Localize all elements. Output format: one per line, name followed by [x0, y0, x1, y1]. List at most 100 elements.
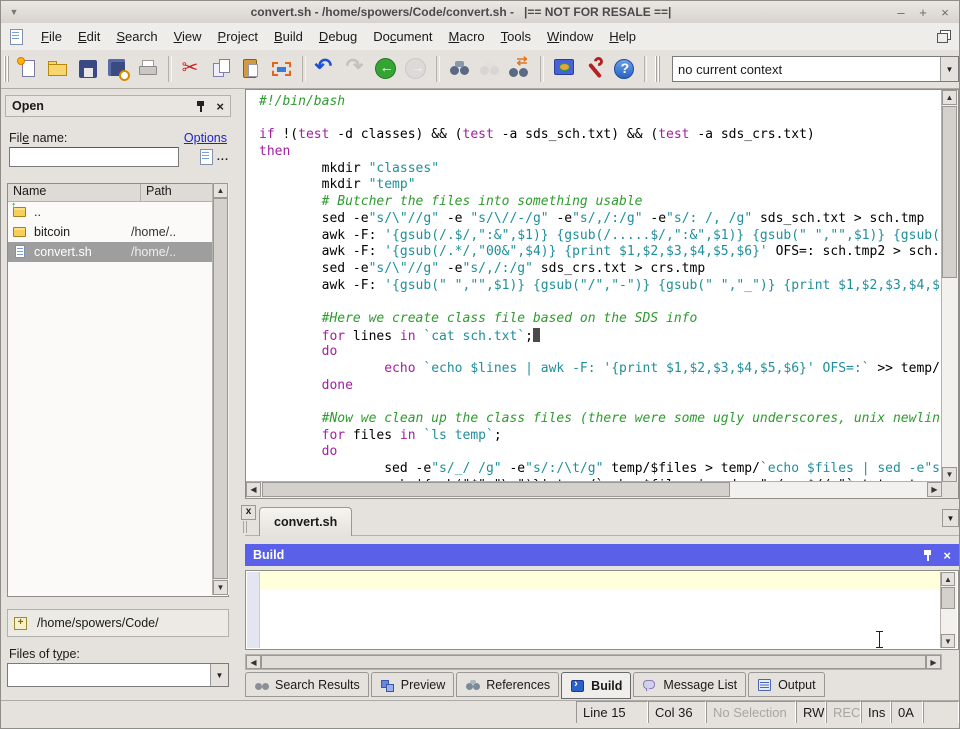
code-line: echo `echo $lines | awk -F: '{print $1,$…: [259, 361, 941, 378]
menu-document[interactable]: Document: [365, 26, 440, 47]
menu-window[interactable]: Window: [539, 26, 601, 47]
close-document-icon[interactable]: x: [241, 505, 256, 520]
help-button[interactable]: [609, 54, 639, 84]
code-line: sed -e"s/_/ /g" -e"s/:/\t/g" temp/$files…: [259, 461, 941, 478]
file-list: Name Path ..bitcoin/home/..convert.sh/ho…: [7, 183, 229, 597]
find-button[interactable]: [445, 54, 475, 84]
new-file-icon: [15, 56, 41, 82]
back-button[interactable]: [371, 54, 401, 84]
redo-button[interactable]: [341, 54, 371, 84]
find-next-button[interactable]: [475, 54, 505, 84]
display-config-button[interactable]: [549, 54, 579, 84]
code-line: #!/bin/bash: [259, 94, 941, 111]
select-block-button[interactable]: [267, 54, 297, 84]
tab-list-dropdown[interactable]: ▼: [942, 509, 959, 527]
close-icon[interactable]: ×: [216, 100, 224, 113]
menu-macro[interactable]: Macro: [441, 26, 493, 47]
close-button[interactable]: ×: [939, 5, 951, 20]
maximize-button[interactable]: +: [917, 5, 929, 20]
tab-strip-grip[interactable]: [243, 521, 249, 533]
code-line: done: [259, 378, 941, 395]
save-all-button[interactable]: [103, 54, 133, 84]
code-area[interactable]: #!/bin/bash if !(test -d classes) && (te…: [247, 91, 941, 481]
build-panel-title: Build: [253, 548, 922, 562]
code-line: if !(test -d classes) && (test -a sds_sc…: [259, 127, 941, 144]
restore-window-icon[interactable]: [937, 30, 951, 43]
toolbar-separator: [168, 56, 172, 82]
options-link[interactable]: Options: [184, 131, 227, 145]
directory-bar[interactable]: + /home/spowers/Code/: [7, 609, 229, 637]
build-horizontal-scrollbar[interactable]: ◀ ▶: [245, 654, 942, 670]
menu-build[interactable]: Build: [266, 26, 311, 47]
code-editor[interactable]: #!/bin/bash if !(test -d classes) && (te…: [245, 89, 959, 499]
new-file-button[interactable]: [13, 54, 43, 84]
code-line: [259, 394, 941, 411]
editor-horizontal-scrollbar[interactable]: ◀ ▶: [246, 481, 942, 498]
menu-search[interactable]: Search: [108, 26, 165, 47]
pin-icon[interactable]: [195, 100, 206, 113]
menu-view[interactable]: View: [166, 26, 210, 47]
menu-help[interactable]: Help: [601, 26, 644, 47]
cut-button[interactable]: [177, 54, 207, 84]
file-list-scrollbar[interactable]: ▲ ▼: [212, 183, 229, 595]
tab-search-results[interactable]: Search Results: [245, 672, 369, 697]
tab-references[interactable]: References: [456, 672, 559, 697]
title-bar: ▼ convert.sh - /home/spowers/Code/conver…: [1, 1, 959, 24]
toolbar-grip[interactable]: [655, 56, 661, 82]
undo-button[interactable]: [311, 54, 341, 84]
tab-output[interactable]: Output: [748, 672, 825, 697]
code-line: sed -e"s/\"//g" -e"s/,/:/g" sds_crs.txt …: [259, 261, 941, 278]
browse-button[interactable]: ...: [217, 151, 229, 163]
code-line: [259, 294, 941, 311]
context-combo[interactable]: no current context ▼: [672, 56, 959, 82]
chevron-down-icon[interactable]: ▼: [210, 664, 228, 686]
code-line: sed -e"s/\"//g" -e "s/\//-/g" -e"s/,/:/g…: [259, 211, 941, 228]
find-replace-button[interactable]: [505, 54, 535, 84]
file-list-row[interactable]: ..: [8, 202, 228, 222]
file-tab-convert.sh[interactable]: convert.sh: [259, 507, 352, 536]
forward-button[interactable]: [401, 54, 431, 84]
menu-debug[interactable]: Debug: [311, 26, 365, 47]
menu-file[interactable]: File: [33, 26, 70, 47]
build-output-area[interactable]: ▲ ▼: [245, 570, 959, 650]
tab-preview[interactable]: Preview: [371, 672, 454, 697]
display-config-icon: [551, 56, 577, 82]
expand-icon[interactable]: +: [14, 617, 27, 630]
options-wrench-button[interactable]: [579, 54, 609, 84]
file-list-row[interactable]: convert.sh/home/..: [8, 242, 228, 262]
code-line: awk -F: '{gsub(" ","",$1)} {gsub("/","-"…: [259, 278, 941, 295]
text-cursor: [875, 630, 884, 650]
minimize-button[interactable]: –: [895, 5, 907, 20]
menu-edit[interactable]: Edit: [70, 26, 108, 47]
column-header-name[interactable]: Name: [8, 184, 141, 201]
tool-window-tabs: Search ResultsPreviewReferencesBuildMess…: [245, 672, 959, 698]
pin-icon[interactable]: [922, 549, 933, 562]
menu-tools[interactable]: Tools: [493, 26, 539, 47]
toolbar-grip[interactable]: [4, 56, 10, 82]
file-icon: [13, 245, 29, 259]
code-line: for lines in `cat sch.txt`;: [259, 328, 941, 345]
open-panel: Open × File name: Options ... Name Path …: [3, 91, 233, 698]
paste-button[interactable]: [237, 54, 267, 84]
folder-up-icon: [13, 205, 29, 219]
files-of-type-combo[interactable]: ▼: [7, 663, 229, 687]
editor-vertical-scrollbar[interactable]: ▲ ▼: [941, 90, 958, 482]
file-name-input[interactable]: [9, 147, 179, 167]
window-menu-button[interactable]: ▼: [1, 7, 27, 17]
build-current-line: [260, 572, 941, 590]
build-vertical-scrollbar[interactable]: ▲ ▼: [940, 572, 957, 648]
help-icon: [611, 56, 637, 82]
close-icon[interactable]: ×: [943, 549, 951, 562]
new-document-icon[interactable]: [199, 149, 213, 164]
build-panel: Build × ▲ ▼ ◀ ▶: [245, 544, 959, 670]
copy-button[interactable]: [207, 54, 237, 84]
print-button[interactable]: [133, 54, 163, 84]
tab-message-list[interactable]: Message List: [633, 672, 746, 697]
undo-icon: [313, 56, 339, 82]
save-button[interactable]: [73, 54, 103, 84]
tab-build[interactable]: Build: [561, 672, 631, 699]
file-list-row[interactable]: bitcoin/home/..: [8, 222, 228, 242]
chevron-down-icon[interactable]: ▼: [940, 57, 958, 81]
open-button[interactable]: [43, 54, 73, 84]
menu-project[interactable]: Project: [210, 26, 266, 47]
